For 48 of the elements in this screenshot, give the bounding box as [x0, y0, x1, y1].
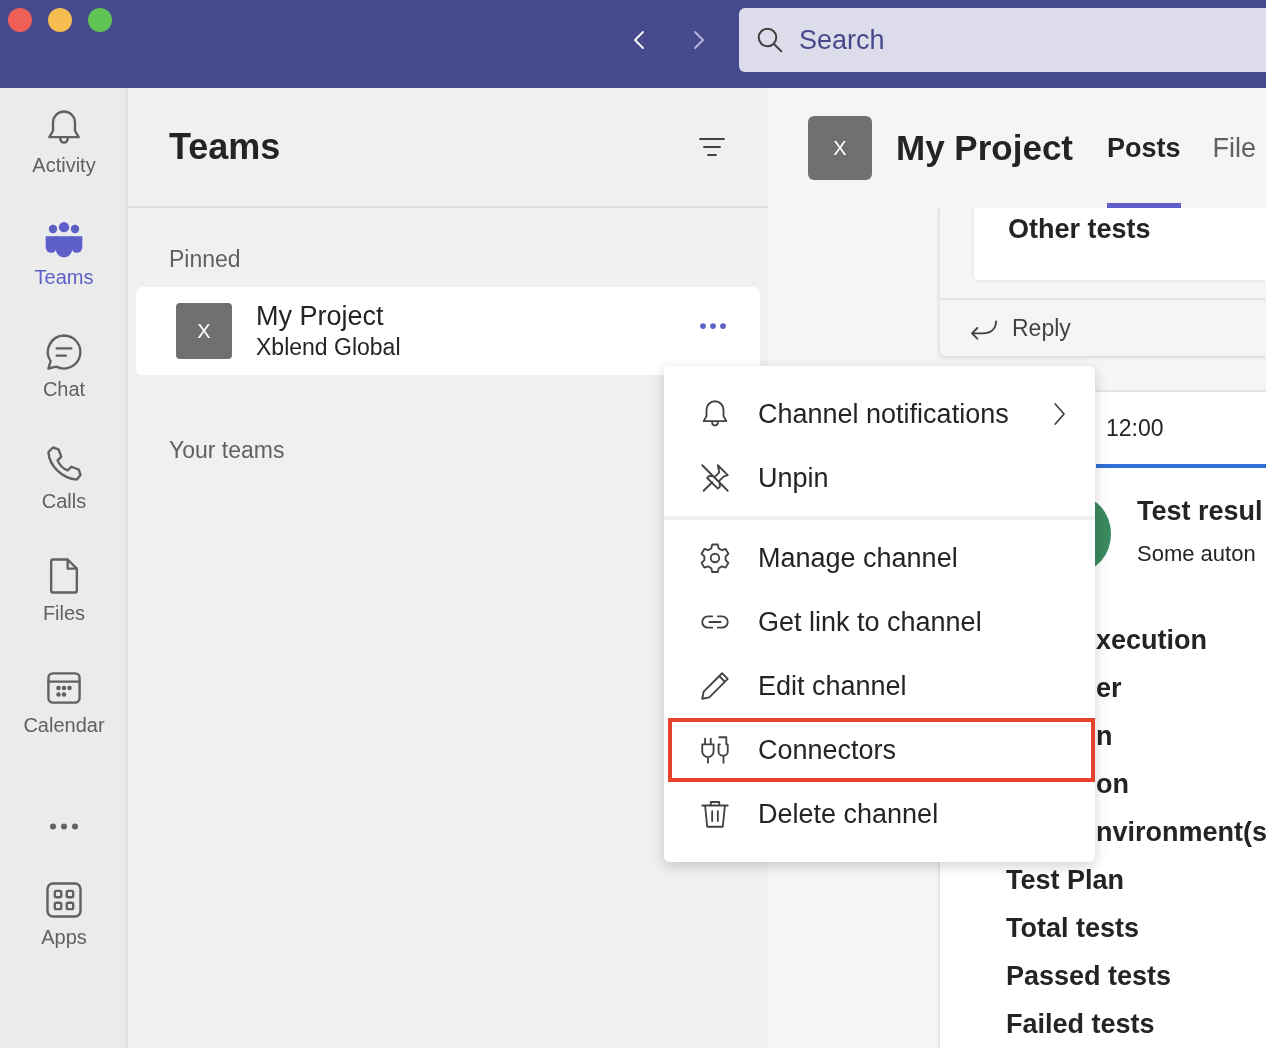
field-label: Failed tests [1006, 1008, 1155, 1041]
field-label: on [1096, 768, 1129, 801]
menu-item[interactable]: Channel notifications [664, 382, 1095, 446]
section-heading: Pinned [168, 245, 241, 274]
pencil-icon [698, 669, 732, 703]
app-bar-item[interactable]: Activity [9, 106, 119, 218]
team-name: My Project [256, 301, 385, 332]
zoom-button[interactable] [88, 8, 112, 32]
team-avatar: X [808, 116, 872, 180]
minimize-button[interactable] [48, 8, 72, 32]
app-bar-item[interactable]: Calendar [9, 666, 119, 778]
menu-item[interactable]: Delete channel [664, 782, 1095, 846]
field-label: Test Plan [1006, 864, 1125, 897]
message-time: 12:00 [1106, 414, 1164, 442]
field-label: Passed tests [1006, 960, 1172, 993]
field-label: Total tests [1006, 912, 1140, 945]
message-title: Test resul [1137, 496, 1263, 527]
field-label: xecution [1096, 624, 1208, 657]
close-button[interactable] [8, 8, 32, 32]
reply-button[interactable]: Reply [940, 298, 1266, 356]
search-field[interactable]: Search [739, 8, 1266, 72]
message-text: Some auton [1137, 541, 1257, 567]
menu-item[interactable]: Connectors [668, 718, 1095, 782]
app-bar-item[interactable]: Teams [9, 218, 119, 330]
menu-item[interactable]: Edit channel [664, 654, 1095, 718]
menu-item[interactable]: Manage channel [664, 526, 1095, 590]
team-avatar: X [176, 303, 232, 359]
menu-item[interactable]: Get link to channel [664, 590, 1095, 654]
field-label: er [1096, 672, 1122, 705]
app-bar-item[interactable]: Apps [9, 878, 119, 990]
app-bar-item[interactable]: Calls [9, 442, 119, 554]
panel-title: Teams [169, 126, 281, 168]
app-bar-item[interactable]: Files [9, 554, 119, 666]
menu-item[interactable]: Unpin [664, 446, 1095, 510]
settings-icon [698, 541, 732, 575]
card-title: Other tests [1008, 214, 1151, 245]
team-item[interactable]: X My Project Xblend Global [136, 287, 760, 375]
app-bar-item[interactable]: Chat [9, 330, 119, 442]
search-icon [755, 25, 785, 55]
more-icon[interactable] [698, 321, 728, 331]
channel-title: My Project [896, 128, 1073, 168]
section-heading: Your teams [168, 436, 285, 465]
field-label: n [1096, 720, 1113, 753]
plug-icon [698, 733, 732, 767]
unpin-icon [698, 461, 732, 495]
field-label: nvironment(s [1096, 816, 1266, 849]
tab[interactable]: File [1212, 88, 1257, 208]
team-org: Xblend Global [256, 334, 402, 361]
